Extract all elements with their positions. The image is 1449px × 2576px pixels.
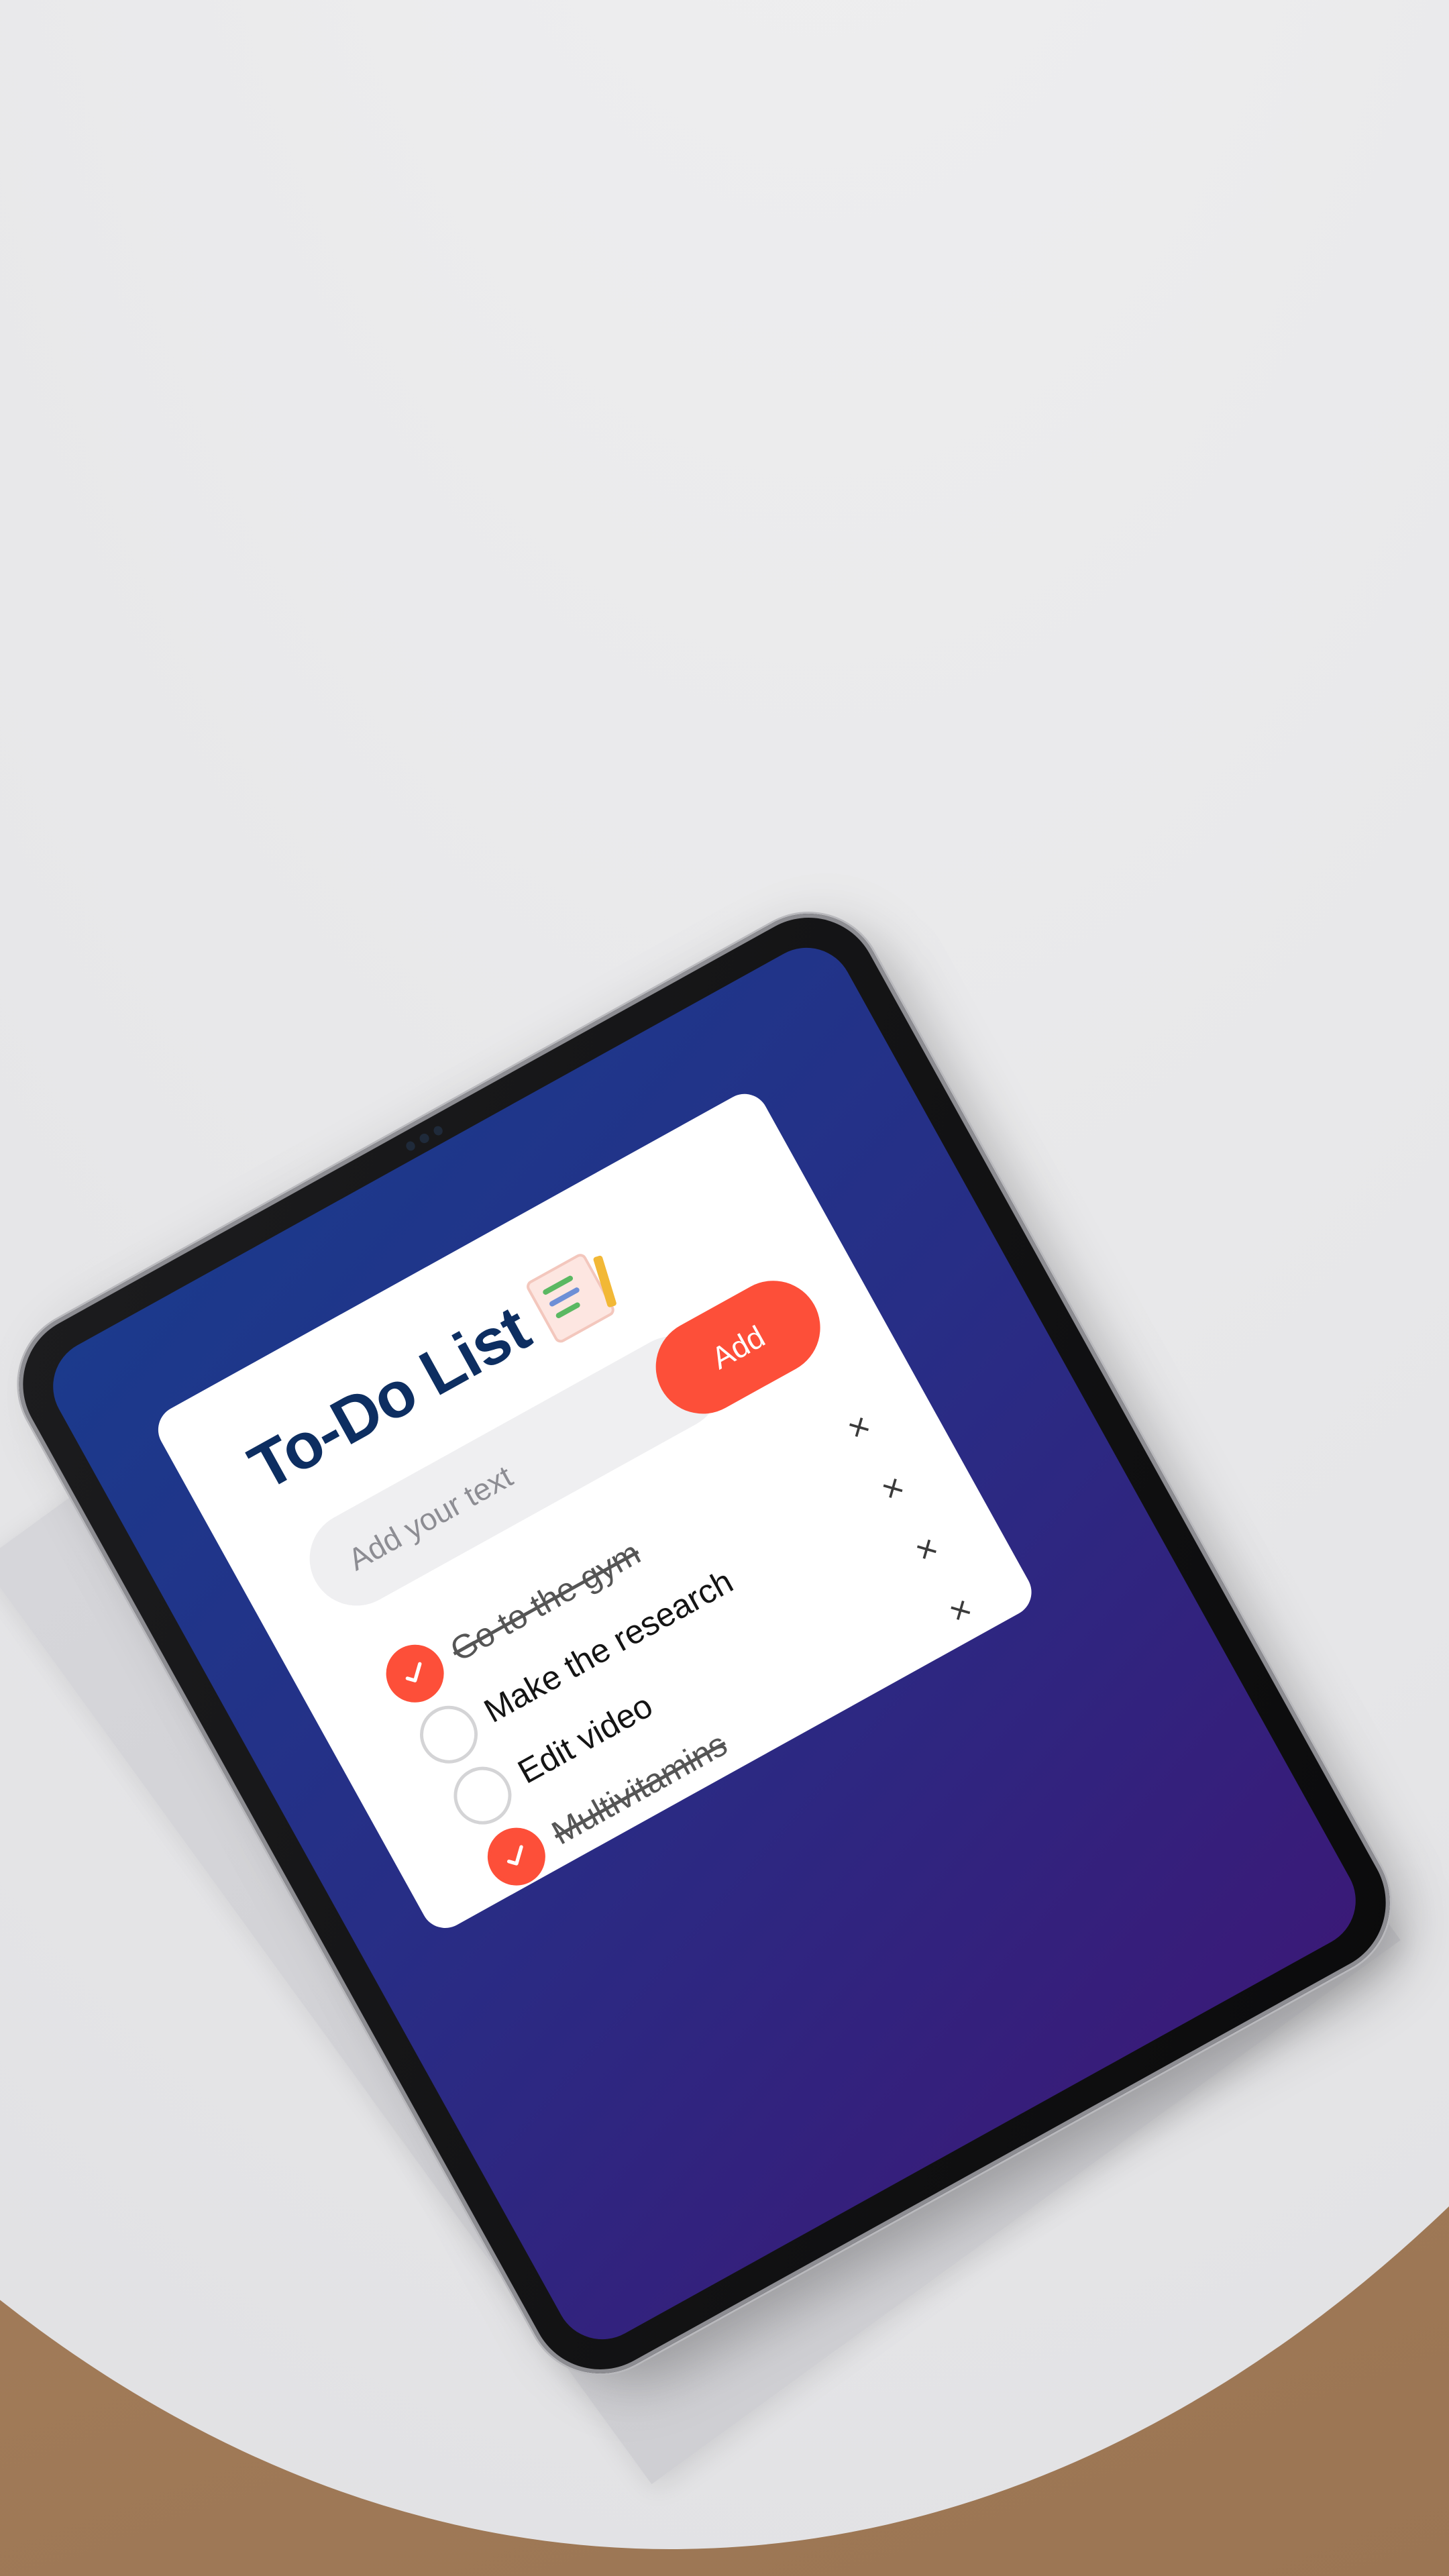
close-icon[interactable]: × (865, 1461, 920, 1516)
checkmark-icon (405, 1662, 422, 1682)
close-icon[interactable]: × (900, 1522, 955, 1577)
photo-scene: To-Do List Add Go to the gym×Make the re… (0, 0, 1449, 2576)
close-icon[interactable]: × (832, 1400, 887, 1455)
close-icon[interactable]: × (933, 1583, 988, 1638)
todo-card: To-Do List Add Go to the gym×Make the re… (149, 1085, 1040, 1937)
checklist-notepad-icon (524, 1251, 618, 1345)
checkmark-icon (506, 1845, 523, 1866)
